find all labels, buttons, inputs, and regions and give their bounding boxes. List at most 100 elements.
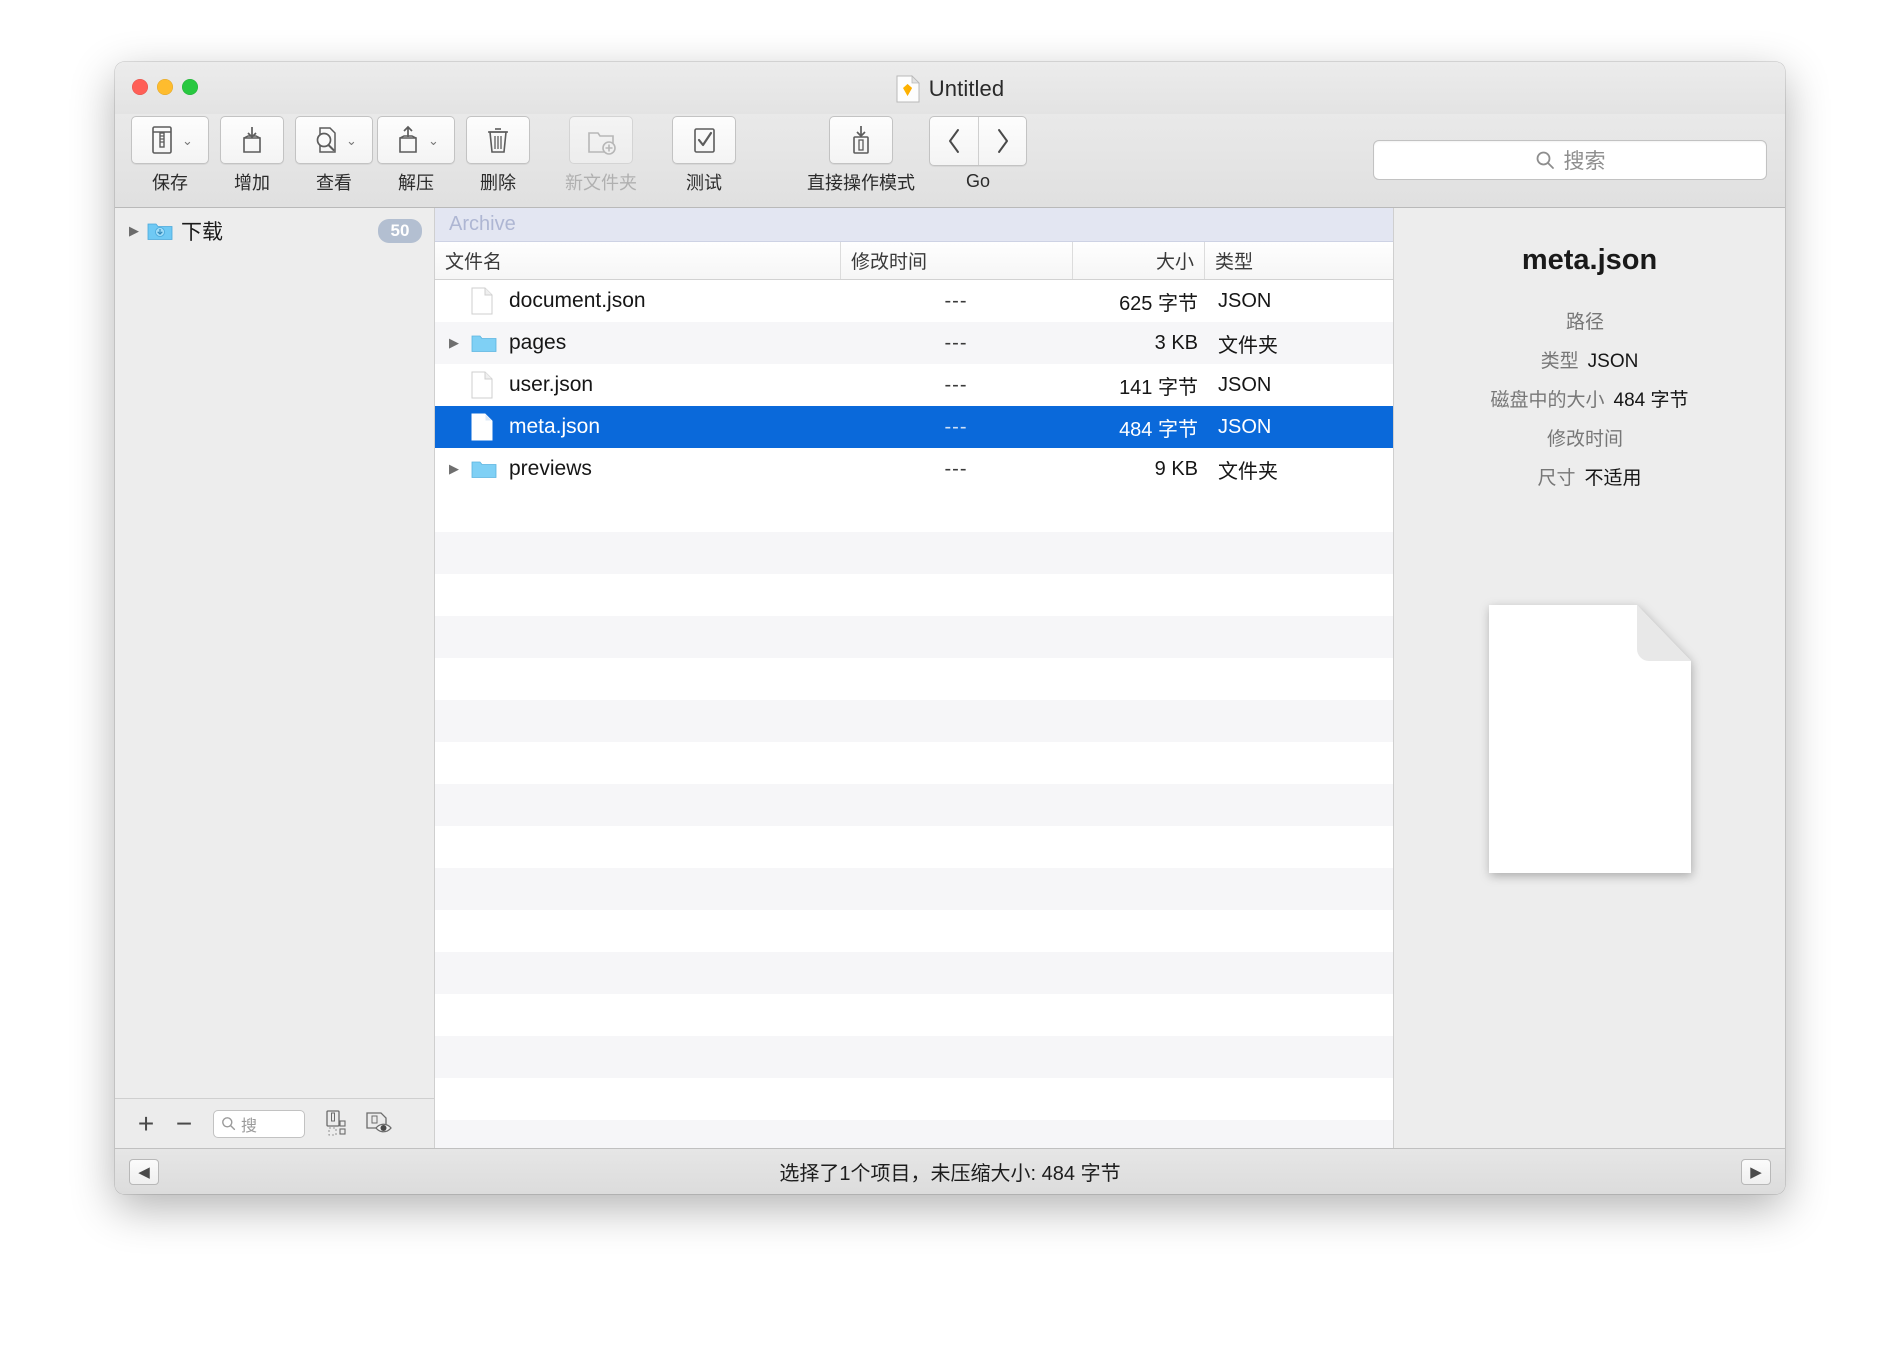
empty-row: [435, 1120, 1393, 1148]
status-bar: ◀ 选择了1个项目，未压缩大小: 484 字节 ▶: [115, 1148, 1785, 1194]
sidebar-list: ▶ 下载 50: [115, 208, 434, 1098]
path-bar[interactable]: Archive: [435, 208, 1393, 242]
trash-icon: [488, 128, 508, 153]
empty-row: [435, 994, 1393, 1036]
table-row[interactable]: ▶ previews --- 9 KB 文件夹: [435, 448, 1393, 490]
empty-row: [435, 952, 1393, 994]
toolbar-item-go[interactable]: Go: [925, 114, 1031, 192]
toolbar-label-new-folder: 新文件夹: [565, 173, 637, 193]
toolbar-item-extract[interactable]: ⌄ 解压: [377, 114, 455, 195]
disclosure-triangle-icon[interactable]: ▶: [129, 223, 147, 239]
sidebar: ▶ 下载 50 + − 搜: [115, 208, 435, 1148]
downloads-folder-icon: [147, 221, 173, 241]
file-type: 文件夹: [1218, 334, 1278, 357]
column-header-type[interactable]: 类型: [1204, 242, 1393, 279]
test-checkmark-icon: [694, 128, 715, 153]
sidebar-item-badge: 50: [378, 219, 422, 243]
file-name: meta.json: [509, 415, 601, 438]
toolbar-item-add[interactable]: 增加: [213, 114, 291, 195]
remove-favorite-button[interactable]: −: [167, 1107, 201, 1141]
table-row-selected[interactable]: meta.json --- 484 字节 JSON: [435, 406, 1393, 448]
nav-right-icon[interactable]: ▶: [1741, 1158, 1771, 1185]
disclosure-triangle-icon[interactable]: ▶: [449, 335, 471, 351]
column-header-mtime[interactable]: 修改时间: [840, 242, 1072, 279]
empty-row-stripes: [435, 490, 1393, 1148]
forward-button[interactable]: [978, 117, 1026, 165]
archive-window: Untitled ⌄ 保存 增加 ⌄ 查看 ⌄ 解压 删除 新文件夹 测试 直接…: [115, 62, 1785, 1194]
extract-icon: [399, 125, 417, 153]
view-button[interactable]: ⌄: [295, 116, 373, 164]
save-button[interactable]: ⌄: [131, 116, 209, 164]
file-icon: [471, 413, 501, 441]
toolbar-label-go: Go: [965, 171, 990, 191]
file-name-cell: ▶ previews: [435, 457, 840, 481]
table-row[interactable]: user.json --- 141 字节 JSON: [435, 364, 1393, 406]
info-row: 磁盘中的大小 484 字节: [1410, 385, 1769, 412]
nav-left-icon[interactable]: ◀: [129, 1158, 159, 1185]
direct-mode-icon: [853, 126, 869, 154]
extract-button[interactable]: ⌄: [377, 116, 455, 164]
nav-buttons[interactable]: [929, 116, 1027, 166]
toolbar-item-save[interactable]: ⌄ 保存: [131, 114, 209, 195]
info-key: 尺寸: [1537, 468, 1576, 489]
column-header-name[interactable]: 文件名: [435, 242, 840, 279]
window-title-group: Untitled: [115, 75, 1785, 103]
file-name: pages: [509, 331, 567, 354]
toolbar-item-view[interactable]: ⌄ 查看: [295, 114, 373, 195]
delete-button[interactable]: [466, 116, 530, 164]
file-mtime: ---: [944, 415, 968, 438]
sketch-document-icon: [896, 75, 920, 103]
folder-icon: [471, 459, 501, 480]
sidebar-search-placeholder: 搜: [241, 1117, 258, 1135]
file-mtime: ---: [944, 331, 968, 354]
toolbar-item-test[interactable]: 测试: [665, 114, 743, 195]
sidebar-item-downloads[interactable]: ▶ 下载 50: [115, 214, 434, 248]
toolbar-label-delete: 删除: [480, 173, 516, 193]
column-header-size[interactable]: 大小: [1072, 242, 1204, 279]
empty-row: [435, 910, 1393, 952]
toolbar-label-view: 查看: [316, 173, 352, 193]
quick-look-icon[interactable]: [361, 1108, 397, 1140]
window-body: ▶ 下载 50 + − 搜 Archive 文件名 修改时间 大小 类型 doc…: [115, 208, 1785, 1148]
back-button[interactable]: [930, 117, 978, 165]
toolbar-label-save: 保存: [152, 173, 188, 193]
chevron-left-icon: [948, 129, 959, 153]
empty-row: [435, 1078, 1393, 1120]
new-folder-button[interactable]: [569, 116, 633, 164]
test-button[interactable]: [672, 116, 736, 164]
file-rows: document.json --- 625 字节 JSON ▶ pages --…: [435, 280, 1393, 1148]
file-name: previews: [509, 457, 592, 480]
empty-row: [435, 616, 1393, 658]
chevron-down-icon[interactable]: ⌄: [182, 134, 193, 147]
file-name-cell: meta.json: [435, 413, 840, 441]
file-name: user.json: [509, 373, 594, 396]
sidebar-toolbar: + − 搜: [115, 1098, 434, 1148]
info-row: 修改时间: [1410, 424, 1769, 451]
add-button[interactable]: [220, 116, 284, 164]
file-mtime: ---: [944, 373, 968, 396]
sidebar-item-label: 下载: [181, 221, 223, 244]
extract-to-folder-icon[interactable]: [321, 1108, 357, 1140]
chevron-down-icon[interactable]: ⌄: [428, 134, 439, 147]
table-row[interactable]: document.json --- 625 字节 JSON: [435, 280, 1393, 322]
table-row[interactable]: ▶ pages --- 3 KB 文件夹: [435, 322, 1393, 364]
toolbar-label-test: 测试: [686, 173, 722, 193]
toolbar-item-new-folder[interactable]: 新文件夹: [541, 114, 661, 195]
file-size: 9 KB: [1154, 457, 1198, 480]
info-key: 类型: [1540, 351, 1579, 372]
screen: Untitled ⌄ 保存 增加 ⌄ 查看 ⌄ 解压 删除 新文件夹 测试 直接…: [0, 0, 1898, 1350]
empty-row: [435, 784, 1393, 826]
blank-document-preview: [1488, 605, 1691, 873]
status-text: 选择了1个项目，未压缩大小: 484 字节: [779, 1163, 1121, 1185]
empty-row: [435, 868, 1393, 910]
disclosure-triangle-icon[interactable]: ▶: [449, 461, 471, 477]
direct-mode-button[interactable]: [829, 116, 893, 164]
toolbar-item-direct-mode[interactable]: 直接操作模式: [801, 114, 921, 195]
sidebar-search-input[interactable]: 搜: [213, 1109, 305, 1138]
add-favorite-button[interactable]: +: [129, 1107, 163, 1141]
chevron-down-icon[interactable]: ⌄: [346, 134, 357, 147]
info-row: 路径: [1410, 307, 1769, 334]
info-key: 修改时间: [1546, 429, 1623, 450]
toolbar-item-delete[interactable]: 删除: [459, 114, 537, 195]
search-input[interactable]: 搜索: [1373, 140, 1767, 180]
